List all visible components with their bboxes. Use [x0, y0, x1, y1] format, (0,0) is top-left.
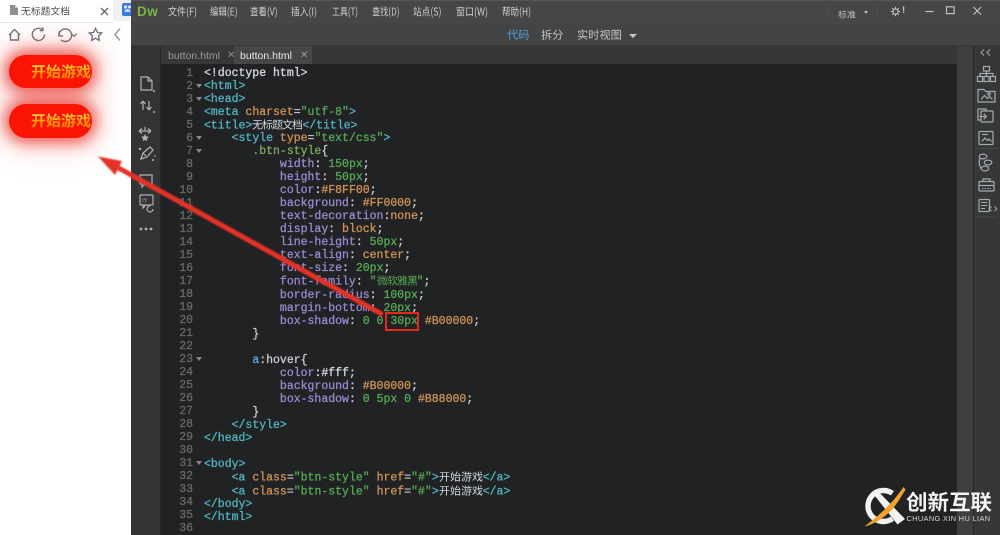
svg-text:!?: !?	[142, 199, 148, 205]
